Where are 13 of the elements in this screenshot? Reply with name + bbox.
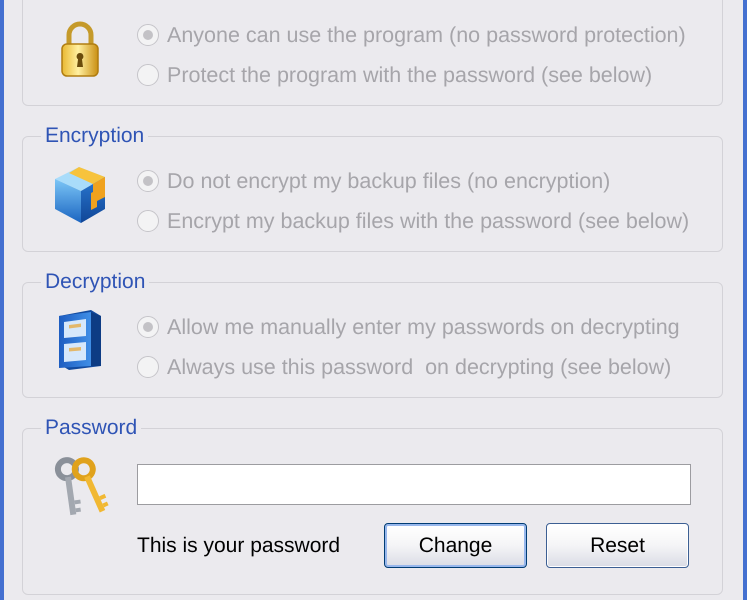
group-title: Password — [44, 416, 138, 440]
group-title: Decryption — [44, 270, 146, 294]
option-label: Always use this password on decrypting (see below) — [167, 355, 672, 379]
dialog-button[interactable]: Change — [384, 523, 527, 568]
option-label: Do not encrypt my backup files (no encryption) — [167, 169, 610, 193]
option-label: Anyone can use the program (no password protection) — [167, 23, 686, 47]
option-label: Encrypt my backup files with the password (see below) — [167, 209, 690, 233]
option-label: Protect the program with the password (see below) — [167, 63, 652, 87]
dialog-button[interactable]: Reset — [546, 523, 689, 568]
password-field[interactable] — [137, 464, 691, 505]
password-caption: This is your password — [137, 534, 342, 558]
group-title: Encryption — [44, 124, 146, 148]
option-label: Allow me manually enter my passwords on decrypting — [167, 315, 680, 339]
